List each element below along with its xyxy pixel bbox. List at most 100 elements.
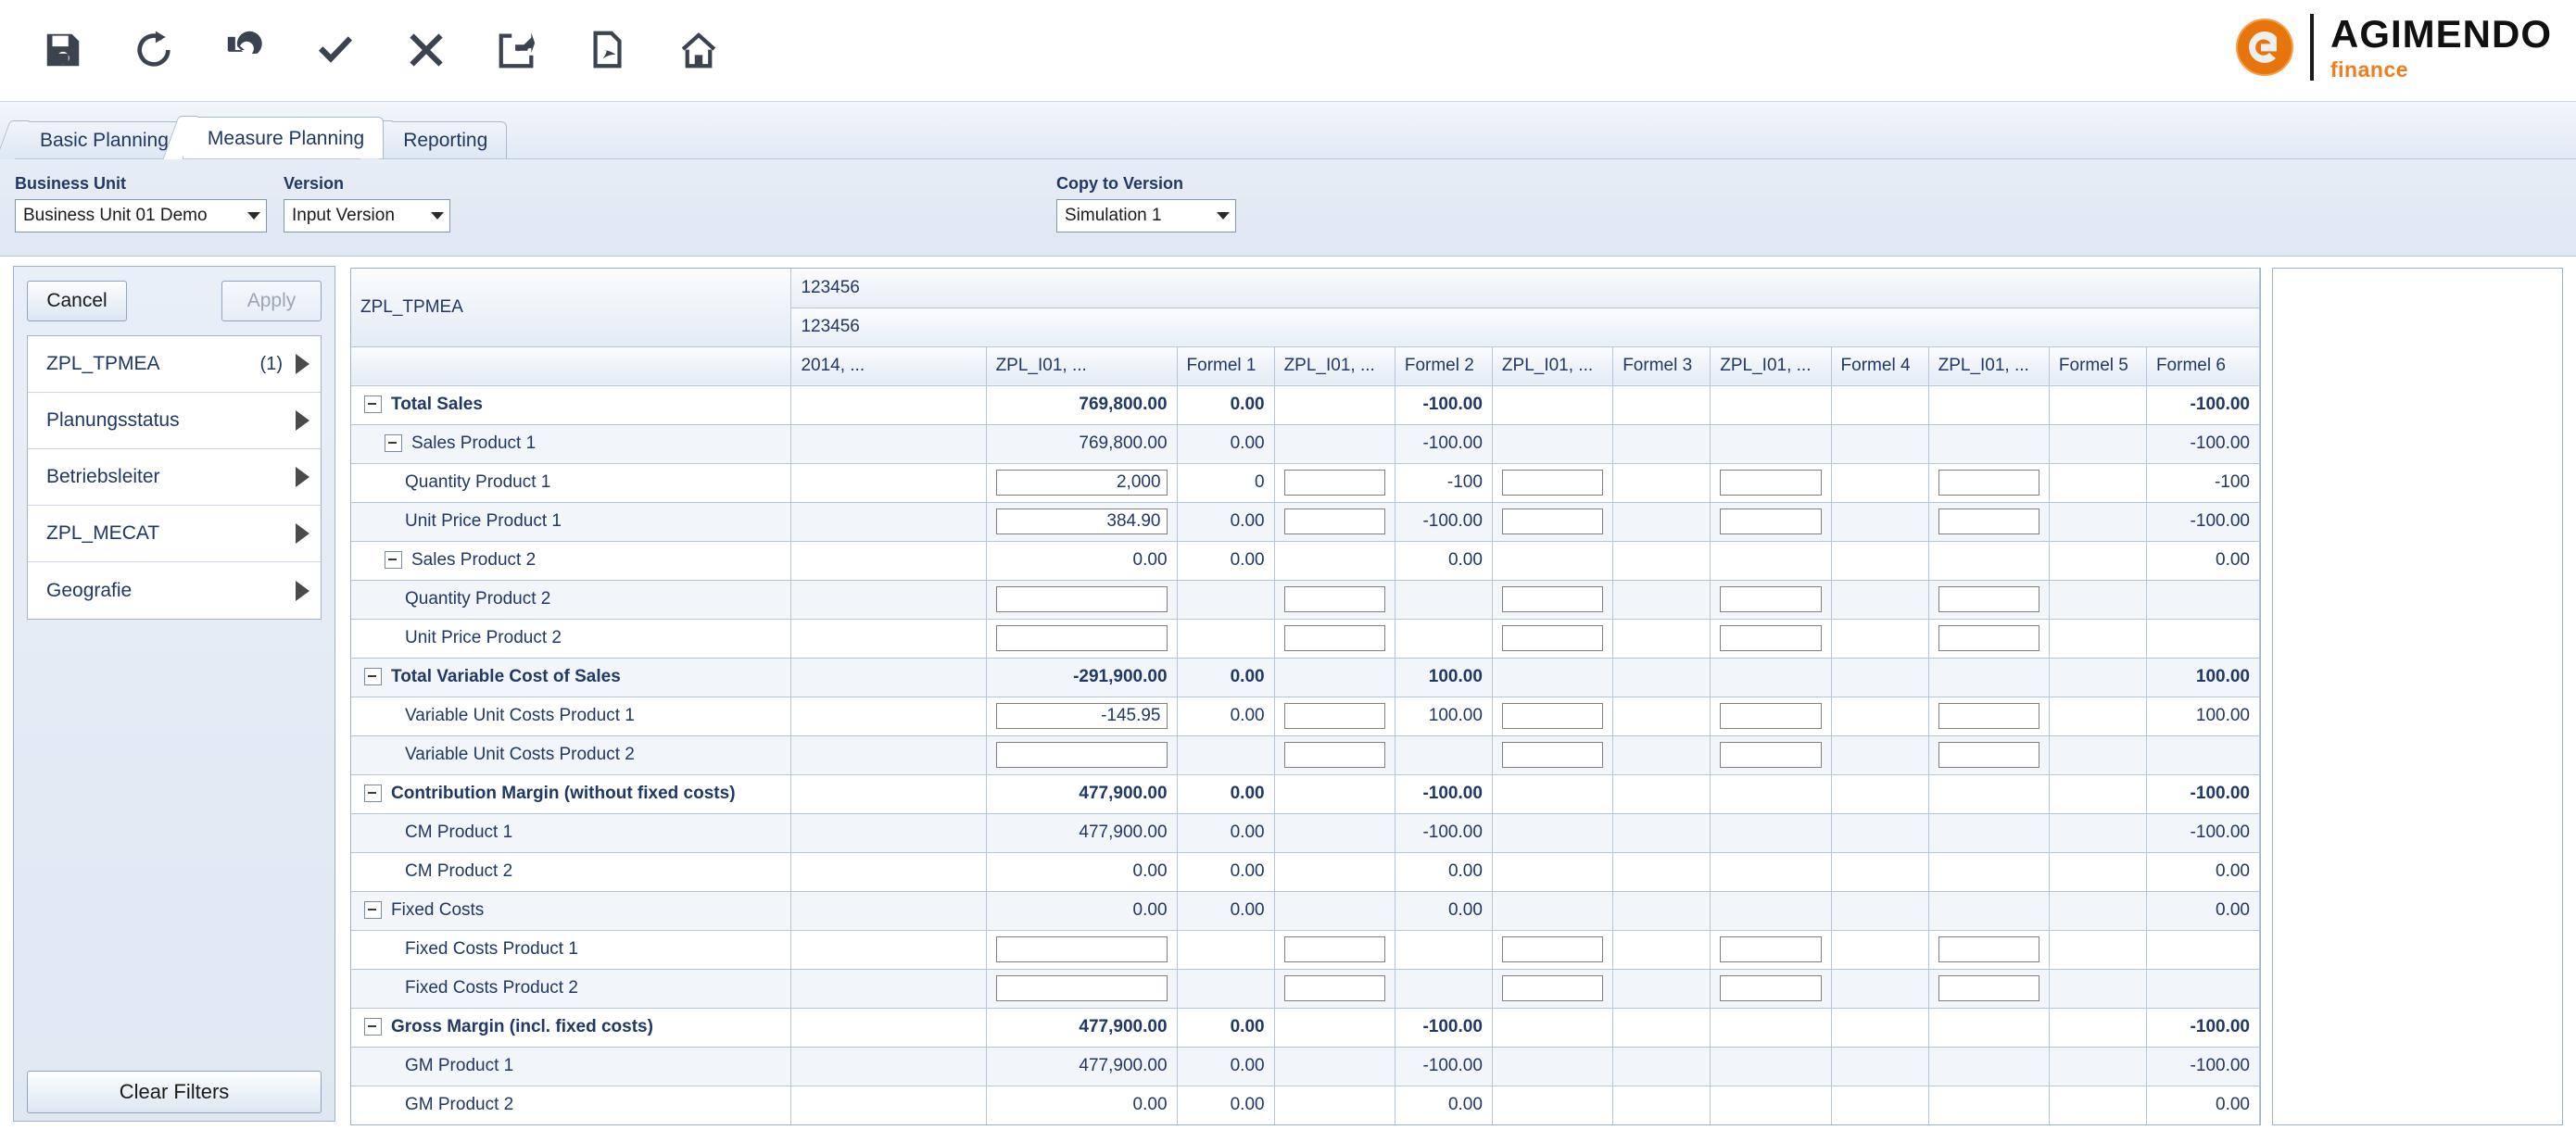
cell-input[interactable] (1501, 703, 1604, 729)
column-header-11[interactable]: Formel 6 (2146, 346, 2260, 386)
editable-cell[interactable] (1710, 580, 1832, 620)
business-unit-select[interactable]: Business Unit 01 Demo (15, 199, 267, 232)
editable-cell[interactable] (1274, 697, 1395, 736)
clear-filters-button[interactable]: Clear Filters (27, 1071, 322, 1113)
editable-cell[interactable] (1710, 969, 1832, 1009)
editable-cell[interactable] (1274, 463, 1395, 503)
cell-input[interactable] (1283, 586, 1385, 612)
column-header-0[interactable]: 2014, ... (790, 346, 987, 386)
editable-cell[interactable] (1710, 463, 1832, 503)
editable-cell[interactable] (1492, 463, 1614, 503)
editable-cell[interactable] (1710, 502, 1832, 542)
cell-input[interactable] (1283, 703, 1385, 729)
cell-input[interactable] (995, 742, 1168, 768)
collapse-expander-icon[interactable] (364, 785, 382, 803)
cell-input[interactable] (1283, 625, 1385, 651)
tab-basic-planning[interactable]: Basic Planning (15, 121, 188, 158)
apply-button[interactable]: Apply (221, 281, 322, 321)
column-header-7[interactable]: ZPL_I01, ... (1710, 346, 1832, 386)
cell-input[interactable] (1501, 975, 1604, 1001)
cell-input[interactable]: 384.90 (995, 508, 1168, 534)
editable-cell[interactable] (1710, 697, 1832, 736)
editable-cell[interactable] (1492, 502, 1614, 542)
cell-input[interactable] (1283, 470, 1385, 496)
sidebar-item-planungsstatus[interactable]: Planungsstatus (28, 393, 321, 449)
cell-input[interactable] (1938, 470, 2039, 496)
tab-reporting[interactable]: Reporting (378, 121, 508, 158)
editable-cell[interactable] (1928, 930, 2050, 970)
export-pdf-button[interactable] (582, 24, 634, 76)
editable-cell[interactable] (1928, 619, 2050, 659)
editable-cell[interactable] (986, 619, 1178, 659)
editable-cell[interactable] (1274, 735, 1395, 775)
editable-cell[interactable] (986, 930, 1178, 970)
column-header-10[interactable]: Formel 5 (2049, 346, 2147, 386)
cell-input[interactable] (1720, 742, 1822, 768)
editable-cell[interactable] (1928, 580, 2050, 620)
editable-cell[interactable] (986, 580, 1178, 620)
cell-input[interactable] (995, 586, 1168, 612)
cell-input[interactable] (1938, 703, 2039, 729)
editable-cell[interactable] (1710, 930, 1832, 970)
cell-input[interactable] (1501, 470, 1604, 496)
cell-input[interactable] (1720, 936, 1822, 962)
editable-cell[interactable] (1928, 969, 2050, 1009)
cell-input[interactable] (1720, 975, 1822, 1001)
cell-input[interactable]: 2,000 (995, 470, 1168, 496)
tab-measure-planning[interactable]: Measure Planning (182, 117, 385, 158)
editable-cell[interactable] (1492, 619, 1614, 659)
editable-cell[interactable]: 2,000 (986, 463, 1178, 503)
editable-cell[interactable] (1274, 930, 1395, 970)
collapse-expander-icon[interactable] (364, 1018, 382, 1036)
cell-input[interactable] (1938, 742, 2039, 768)
cell-input[interactable] (995, 975, 1168, 1001)
cell-input[interactable] (995, 625, 1168, 651)
cell-input[interactable] (1283, 975, 1385, 1001)
cell-input[interactable] (1720, 586, 1822, 612)
editable-cell[interactable] (1492, 735, 1614, 775)
cell-input[interactable] (1938, 625, 2039, 651)
collapse-expander-icon[interactable] (364, 668, 382, 686)
cell-input[interactable] (1720, 470, 1822, 496)
undo-button[interactable] (219, 24, 271, 76)
version-select[interactable]: Input Version (284, 199, 450, 232)
column-header-5[interactable]: ZPL_I01, ... (1492, 346, 1614, 386)
collapse-expander-icon[interactable] (385, 551, 402, 570)
editable-cell[interactable] (1928, 463, 2050, 503)
column-header-3[interactable]: ZPL_I01, ... (1274, 346, 1395, 386)
editable-cell[interactable] (1928, 735, 2050, 775)
editable-cell[interactable] (1492, 697, 1614, 736)
collapse-expander-icon[interactable] (364, 901, 382, 920)
cell-input[interactable] (1720, 508, 1822, 534)
editable-cell[interactable] (1928, 502, 2050, 542)
cell-input[interactable] (1283, 508, 1385, 534)
editable-cell[interactable] (1274, 502, 1395, 542)
copy-to-version-select[interactable]: Simulation 1 (1056, 199, 1236, 232)
column-header-8[interactable]: Formel 4 (1831, 346, 1929, 386)
sidebar-item-zpl-tpmea[interactable]: ZPL_TPMEA (1) (28, 336, 321, 393)
cell-input[interactable]: -145.95 (995, 703, 1168, 729)
collapse-expander-icon[interactable] (385, 434, 402, 453)
cell-input[interactable] (1938, 508, 2039, 534)
editable-cell[interactable] (1492, 930, 1614, 970)
column-header-6[interactable]: Formel 3 (1612, 346, 1711, 386)
cell-input[interactable] (1501, 742, 1604, 768)
editable-cell[interactable] (1274, 969, 1395, 1009)
home-button[interactable] (673, 24, 725, 76)
cell-input[interactable] (1283, 742, 1385, 768)
sidebar-item-betriebsleiter[interactable]: Betriebsleiter (28, 449, 321, 506)
editable-cell[interactable] (1274, 580, 1395, 620)
cell-input[interactable] (1501, 625, 1604, 651)
editable-cell[interactable]: 384.90 (986, 502, 1178, 542)
editable-cell[interactable] (1928, 697, 2050, 736)
cancel-button[interactable] (400, 24, 452, 76)
editable-cell[interactable]: -145.95 (986, 697, 1178, 736)
collapse-expander-icon[interactable] (364, 396, 382, 414)
editable-cell[interactable] (1710, 735, 1832, 775)
editable-cell[interactable] (986, 735, 1178, 775)
cell-input[interactable] (1501, 586, 1604, 612)
cell-input[interactable] (1938, 975, 2039, 1001)
editable-cell[interactable] (1710, 619, 1832, 659)
cell-input[interactable] (995, 936, 1168, 962)
cell-input[interactable] (1938, 936, 2039, 962)
